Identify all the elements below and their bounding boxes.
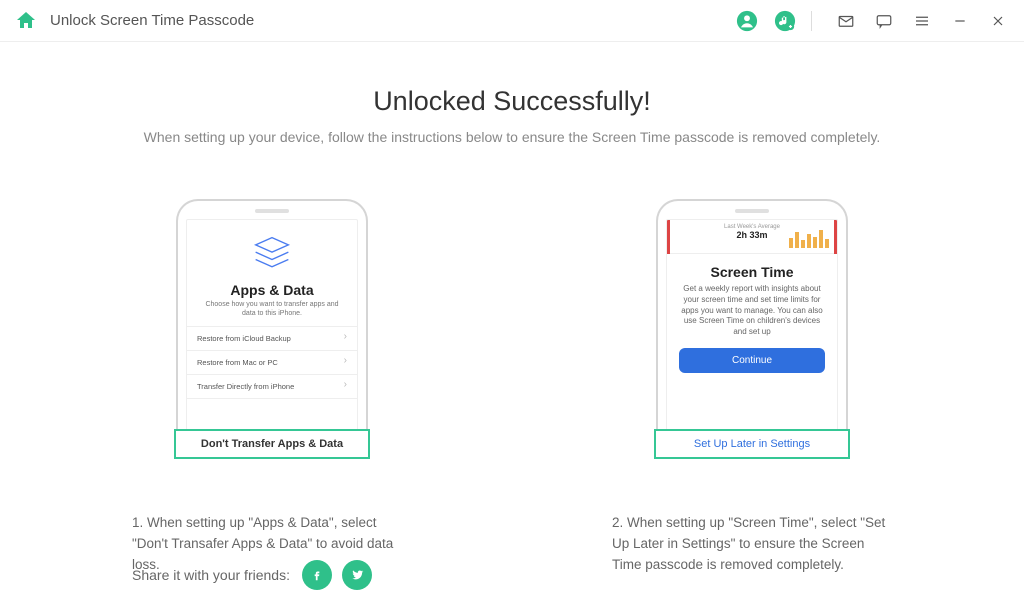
- phone2-desc: Get a weekly report with insights about …: [667, 280, 837, 346]
- continue-button: Continue: [679, 348, 825, 373]
- phone1-highlight-button: Don't Transfer Apps & Data: [174, 429, 370, 459]
- account-icon[interactable]: [735, 9, 759, 33]
- window-title: Unlock Screen Time Passcode: [50, 12, 254, 29]
- phone-mockup-1: Apps & Data Choose how you want to trans…: [176, 199, 368, 431]
- step-1-column: Apps & Data Choose how you want to trans…: [127, 199, 417, 576]
- phone1-option: Transfer Directly from iPhone: [187, 375, 357, 399]
- menu-icon[interactable]: [910, 9, 934, 33]
- share-facebook-button[interactable]: [302, 560, 332, 590]
- page-heading: Unlocked Successfully!: [0, 86, 1024, 117]
- share-label: Share it with your friends:: [132, 567, 290, 583]
- close-icon[interactable]: [986, 9, 1010, 33]
- bar-chart-icon: [789, 226, 829, 248]
- feedback-icon[interactable]: [872, 9, 896, 33]
- phone2-highlight-button: Set Up Later in Settings: [654, 429, 850, 459]
- separator: [811, 11, 812, 31]
- step-2-caption: 2. When setting up "Screen Time", select…: [612, 513, 892, 576]
- phone1-subtitle: Choose how you want to transfer apps and…: [187, 298, 357, 326]
- phone2-title: Screen Time: [667, 264, 837, 280]
- screentime-stat-bar: Last Week's Average 2h 33m: [667, 220, 837, 254]
- main-content: Unlocked Successfully! When setting up y…: [0, 42, 1024, 576]
- phone1-option: Restore from Mac or PC: [187, 351, 357, 375]
- step-2-column: Last Week's Average 2h 33m Screen Time G…: [607, 199, 897, 576]
- phone1-option: Restore from iCloud Backup: [187, 327, 357, 351]
- home-icon[interactable]: [14, 9, 38, 33]
- layers-icon: [250, 234, 294, 274]
- share-row: Share it with your friends:: [132, 560, 382, 590]
- music-icon[interactable]: [773, 9, 797, 33]
- phone-mockup-2: Last Week's Average 2h 33m Screen Time G…: [656, 199, 848, 431]
- page-subheading: When setting up your device, follow the …: [0, 129, 1024, 145]
- share-twitter-button[interactable]: [342, 560, 372, 590]
- mail-icon[interactable]: [834, 9, 858, 33]
- titlebar: Unlock Screen Time Passcode: [0, 0, 1024, 42]
- minimize-icon[interactable]: [948, 9, 972, 33]
- phone1-title: Apps & Data: [187, 282, 357, 298]
